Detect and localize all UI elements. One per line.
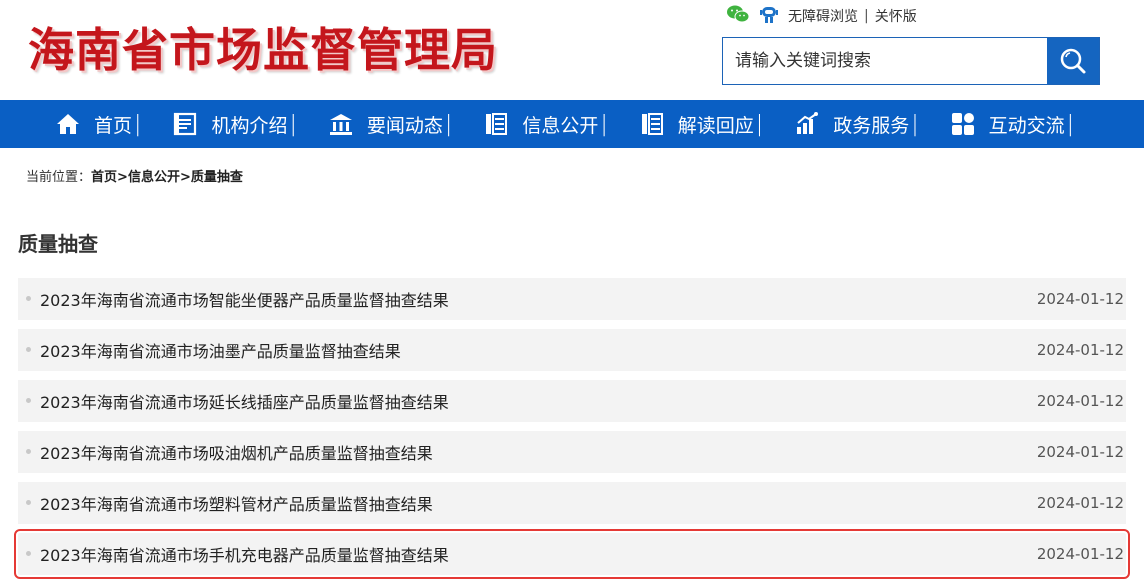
search-box xyxy=(722,37,1100,85)
nav-item-news[interactable]: 要闻动态 | xyxy=(327,100,452,148)
book-icon xyxy=(482,110,510,138)
nav-divider: | xyxy=(755,111,764,137)
nav-divider: | xyxy=(289,111,297,137)
list-item-date: 2024-01-12 xyxy=(1036,392,1124,410)
nav-label: 信息公开 xyxy=(522,114,599,137)
nav-item-interpret[interactable]: 解读回应 | xyxy=(638,100,763,148)
bullet-icon xyxy=(26,551,31,556)
list-item-title[interactable]: 2023年海南省流通市场吸油烟机产品质量监督抽查结果 xyxy=(40,440,433,464)
bullet-icon xyxy=(26,398,31,403)
nav-divider: | xyxy=(911,111,919,137)
breadcrumb-home[interactable]: 首页 xyxy=(91,170,117,185)
list-item-date: 2024-01-12 xyxy=(1036,290,1124,308)
grid-icon xyxy=(949,110,977,138)
list-item-title[interactable]: 2023年海南省流通市场油墨产品质量监督抽查结果 xyxy=(40,338,401,362)
list-item-date: 2024-01-12 xyxy=(1036,545,1124,563)
breadcrumb: 当前位置：首页>信息公开>质量抽查 xyxy=(26,166,243,185)
nav-label: 解读回应 xyxy=(677,114,754,137)
main-nav: 首页 | 机构介绍 | 要闻动态 | 信息公开 | 解读回应 | 政务服务 | xyxy=(0,100,1144,148)
nav-divider: | xyxy=(600,111,608,137)
wechat-icon[interactable] xyxy=(726,4,750,28)
nav-label: 要闻动态 xyxy=(366,114,443,137)
nav-label: 互动交流 xyxy=(988,114,1065,137)
robot-icon[interactable] xyxy=(758,4,780,28)
top-link-divider: | xyxy=(864,8,869,24)
search-icon xyxy=(1060,48,1086,74)
bullet-icon xyxy=(26,347,31,352)
list-item-title[interactable]: 2023年海南省流通市场手机充电器产品质量监督抽查结果 xyxy=(40,542,449,566)
breadcrumb-current: 质量抽查 xyxy=(190,170,243,185)
list-item-highlighted[interactable]: 2023年海南省流通市场手机充电器产品质量监督抽查结果 2024-01-12 xyxy=(14,529,1130,579)
nav-item-about[interactable]: 机构介绍 | xyxy=(171,100,297,148)
nav-label: 首页 xyxy=(94,114,133,137)
list-item[interactable]: 2023年海南省流通市场油墨产品质量监督抽查结果 2024-01-12 xyxy=(18,329,1126,371)
home-icon xyxy=(54,110,82,138)
bank-icon xyxy=(327,110,355,138)
list-item-date: 2024-01-12 xyxy=(1036,494,1124,512)
list-item-title[interactable]: 2023年海南省流通市场塑料管材产品质量监督抽查结果 xyxy=(40,491,433,515)
search-input[interactable] xyxy=(723,38,1047,84)
list-book-icon xyxy=(638,110,666,138)
search-button[interactable] xyxy=(1047,38,1099,84)
chart-icon xyxy=(793,110,821,138)
page-title: 质量抽查 xyxy=(18,232,98,256)
nav-item-services[interactable]: 政务服务 | xyxy=(793,100,919,148)
article-list: 2023年海南省流通市场智能坐便器产品质量监督抽查结果 2024-01-12 2… xyxy=(14,278,1130,584)
site-logo[interactable]: 海南省市场监督管理局 xyxy=(28,14,498,80)
list-item[interactable]: 2023年海南省流通市场吸油烟机产品质量监督抽查结果 2024-01-12 xyxy=(18,431,1126,473)
breadcrumb-info[interactable]: 信息公开 xyxy=(128,170,180,185)
nav-label: 政务服务 xyxy=(833,114,910,137)
care-mode-link[interactable]: 关怀版 xyxy=(875,6,917,26)
nav-item-info[interactable]: 信息公开 | xyxy=(482,100,608,148)
bullet-icon xyxy=(26,449,31,454)
nav-divider: | xyxy=(134,111,142,137)
list-item-title[interactable]: 2023年海南省流通市场智能坐便器产品质量监督抽查结果 xyxy=(40,287,449,311)
nav-label: 机构介绍 xyxy=(211,114,288,137)
list-item-title[interactable]: 2023年海南省流通市场延长线插座产品质量监督抽查结果 xyxy=(40,389,449,413)
building-doc-icon xyxy=(171,110,199,138)
nav-item-interaction[interactable]: 互动交流 | xyxy=(949,100,1074,148)
list-item-date: 2024-01-12 xyxy=(1036,341,1124,359)
accessibility-link[interactable]: 无障碍浏览 xyxy=(788,6,858,26)
list-item[interactable]: 2023年海南省流通市场延长线插座产品质量监督抽查结果 2024-01-12 xyxy=(18,380,1126,422)
list-item[interactable]: 2023年海南省流通市场智能坐便器产品质量监督抽查结果 2024-01-12 xyxy=(18,278,1126,320)
nav-divider: | xyxy=(1066,111,1075,137)
nav-divider: | xyxy=(444,111,453,137)
bullet-icon xyxy=(26,500,31,505)
bullet-icon xyxy=(26,296,31,301)
top-links: 无障碍浏览 | 关怀版 xyxy=(726,5,917,27)
list-item[interactable]: 2023年海南省流通市场塑料管材产品质量监督抽查结果 2024-01-12 xyxy=(18,482,1126,524)
breadcrumb-prefix: 当前位置： xyxy=(26,170,92,185)
breadcrumb-sep: > xyxy=(179,170,191,185)
breadcrumb-sep: > xyxy=(117,170,128,185)
list-item-date: 2024-01-12 xyxy=(1036,443,1124,461)
nav-item-home[interactable]: 首页 | xyxy=(54,100,141,148)
